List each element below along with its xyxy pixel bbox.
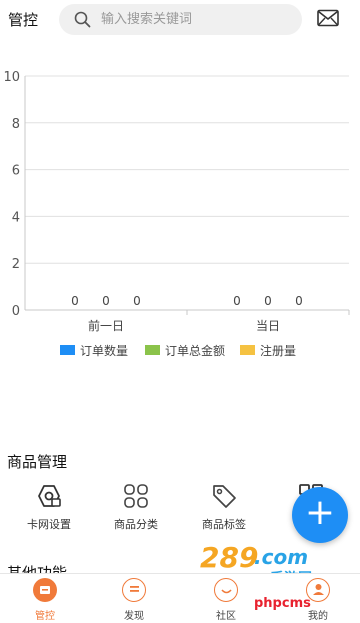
- legend-swatch: [145, 345, 160, 355]
- tag-icon: [213, 485, 236, 508]
- tab-label: 发现: [124, 611, 144, 622]
- tab-control[interactable]: 管控: [0, 574, 90, 623]
- discover-icon: [122, 578, 146, 602]
- legend-label: 注册量: [260, 343, 296, 358]
- search-input[interactable]: [101, 4, 291, 35]
- tab-discover[interactable]: 发现: [89, 574, 179, 623]
- x-tick-label: 前一日: [88, 318, 124, 333]
- y-tick-label: 4: [12, 210, 20, 225]
- svg-text:.com: .com: [254, 545, 308, 569]
- statistics-chart: 0 2 4 6 8 10 前一日 0 0 0 当日 0 0 0 订单数量 订单总金额 注册量: [3, 70, 350, 358]
- grid-item-label: 商品分类: [114, 518, 158, 531]
- y-tick-label: 0: [12, 304, 20, 319]
- grid-item-goods-category[interactable]: 商品分类: [93, 480, 179, 536]
- y-tick-label: 6: [12, 164, 20, 179]
- section-title-goods: 商品管理: [7, 453, 68, 471]
- legend-label: 订单总金额: [165, 343, 225, 358]
- community-icon: [214, 578, 238, 602]
- legend-swatch: [60, 345, 75, 355]
- grid-item-label: 商品标签: [202, 518, 246, 531]
- site-watermark-text: phpcms: [254, 596, 311, 611]
- y-tick-label: 2: [12, 257, 20, 272]
- data-label: 0: [295, 294, 303, 308]
- y-tick-label: 8: [12, 117, 20, 132]
- grid-item-goods-tag[interactable]: 商品标签: [181, 480, 267, 536]
- search-icon: [74, 11, 91, 28]
- grid-item-card-settings[interactable]: 卡网设置: [6, 480, 92, 536]
- add-button[interactable]: +: [292, 487, 348, 543]
- data-label: 0: [102, 294, 110, 308]
- x-tick-label: 当日: [256, 319, 280, 333]
- data-label: 0: [71, 294, 79, 308]
- home-icon: [33, 578, 57, 602]
- plus-icon: +: [304, 492, 336, 533]
- data-label: 0: [233, 294, 241, 308]
- tab-label: 管控: [35, 611, 55, 622]
- legend-label: 订单数量: [80, 343, 128, 358]
- search-bar[interactable]: [59, 4, 302, 35]
- mail-icon[interactable]: [317, 9, 339, 27]
- page-title: 管控: [8, 11, 39, 29]
- grid-item-label: 卡网设置: [27, 518, 71, 531]
- svg-text:289: 289: [200, 541, 258, 574]
- card-settings-icon: [38, 485, 61, 507]
- top-bar: 管控: [0, 0, 360, 38]
- data-label: 0: [264, 294, 272, 308]
- category-icon: [124, 484, 148, 508]
- y-tick-label: 10: [3, 70, 20, 85]
- legend-swatch: [240, 345, 255, 355]
- data-label: 0: [133, 294, 141, 308]
